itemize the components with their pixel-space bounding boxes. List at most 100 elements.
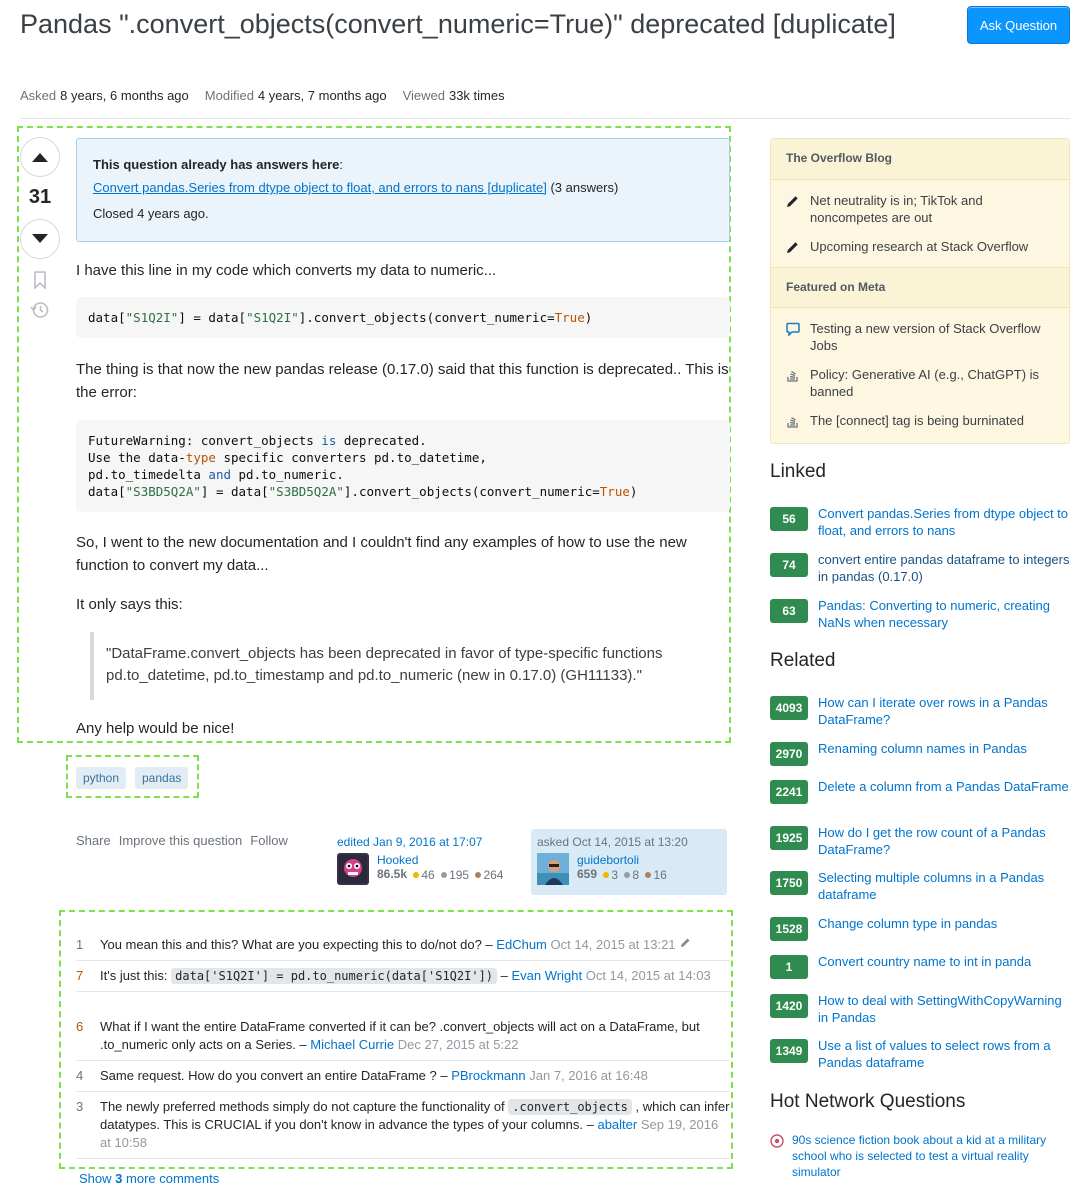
code-block-2: FutureWarning: convert_objects is deprec… bbox=[76, 420, 730, 512]
avatar[interactable] bbox=[537, 853, 569, 885]
related-question-link[interactable]: Change column type in pandas bbox=[818, 915, 997, 941]
hot-question-link[interactable]: 90s science fiction book about a kid at … bbox=[792, 1132, 1070, 1180]
duplicate-notice: This question already has answers here: … bbox=[76, 138, 730, 242]
comment-user[interactable]: PBrockmann bbox=[451, 1068, 525, 1083]
linked-question-link[interactable]: Convert pandas.Series from dtype object … bbox=[818, 505, 1070, 539]
pencil-icon bbox=[787, 196, 798, 207]
meta-header: Featured on Meta bbox=[771, 267, 1069, 308]
meta-item[interactable]: The [connect] tag is being burninated bbox=[771, 412, 1069, 429]
vote-count-badge: 74 bbox=[770, 553, 808, 577]
related-question-link[interactable]: How can I iterate over rows in a Pandas … bbox=[818, 694, 1070, 728]
silver-badge-icon bbox=[624, 872, 631, 878]
editor-name[interactable]: Hooked bbox=[377, 853, 418, 867]
edited-timestamp[interactable]: edited Jan 9, 2016 at 17:07 bbox=[337, 835, 482, 849]
related-item: 4093 How can I iterate over rows in a Pan… bbox=[770, 694, 1070, 728]
overflow-blog-widget: The Overflow Blog Net neutrality is in; … bbox=[770, 138, 1070, 444]
linked-item: 63 Pandas: Converting to numeric, creati… bbox=[770, 597, 1070, 631]
silver-badges: 8 bbox=[624, 868, 639, 882]
owner-signature: asked Oct 14, 2015 at 13:20 guidebortoli… bbox=[531, 829, 727, 895]
related-question-link[interactable]: Use a list of values to select rows from… bbox=[818, 1037, 1070, 1071]
site-icon bbox=[770, 1134, 784, 1148]
bookmark-icon bbox=[34, 271, 46, 289]
owner-reputation: 659 bbox=[577, 867, 598, 881]
linked-heading: Linked bbox=[770, 461, 826, 482]
linked-question-link[interactable]: Pandas: Converting to numeric, creating … bbox=[818, 597, 1070, 631]
vote-count-badge: 1 bbox=[770, 955, 808, 979]
related-question-link[interactable]: Selecting multiple columns in a Pandas d… bbox=[818, 869, 1070, 903]
history-icon bbox=[30, 302, 49, 318]
meta-item[interactable]: Testing a new version of Stack Overflow … bbox=[771, 320, 1069, 354]
related-question-link[interactable]: Renaming column names in Pandas bbox=[818, 740, 1027, 766]
comment-user[interactable]: EdChum bbox=[496, 937, 547, 952]
related-item: 2241 Delete a column from a Pandas DataFr… bbox=[770, 778, 1070, 804]
linked-question-link[interactable]: convert entire pandas dataframe to integ… bbox=[818, 551, 1070, 585]
tag-pandas[interactable]: pandas bbox=[135, 767, 189, 789]
tag-python[interactable]: python bbox=[76, 767, 127, 789]
related-item: 1925 How do I get the row count of a Pand… bbox=[770, 824, 1070, 858]
comment-date: Dec 27, 2015 at 5:22 bbox=[397, 1037, 519, 1052]
pencil-icon[interactable] bbox=[679, 937, 691, 949]
blog-item[interactable]: Net neutrality is in; TikTok and noncomp… bbox=[771, 192, 1069, 226]
bookmark-button[interactable] bbox=[29, 269, 51, 291]
related-question-link[interactable]: Convert country name to int in panda bbox=[818, 953, 1031, 979]
bronze-badge-icon bbox=[645, 872, 652, 878]
blog-item[interactable]: Upcoming research at Stack Overflow bbox=[771, 238, 1069, 255]
downvote-button[interactable] bbox=[20, 219, 60, 259]
related-item: 1750 Selecting multiple columns in a Pand… bbox=[770, 869, 1070, 903]
owner-name[interactable]: guidebortoli bbox=[577, 853, 639, 867]
duplicate-link[interactable]: Convert pandas.Series from dtype object … bbox=[93, 180, 547, 195]
gold-badges: 3 bbox=[603, 868, 618, 882]
vote-count-badge: 1349 bbox=[770, 1039, 808, 1063]
vote-count: 31 bbox=[28, 186, 52, 208]
chat-bubble-icon bbox=[786, 322, 800, 336]
answer-count: (3 answers) bbox=[550, 180, 619, 195]
linked-item: 56 Convert pandas.Series from dtype obje… bbox=[770, 505, 1070, 539]
body-paragraph-5: Any help would be nice! bbox=[76, 720, 235, 737]
comment: 7 It's just this: data['S1Q2I'] = pd.to_… bbox=[76, 967, 730, 992]
meta-item[interactable]: Policy: Generative AI (e.g., ChatGPT) is… bbox=[771, 366, 1069, 400]
vote-count-badge: 2241 bbox=[770, 780, 808, 804]
ask-question-button[interactable]: Ask Question bbox=[967, 6, 1070, 44]
vote-count-badge: 1750 bbox=[770, 871, 808, 895]
comment: 4 Same request. How do you convert an en… bbox=[76, 1067, 730, 1092]
asked-timestamp: asked Oct 14, 2015 at 13:20 bbox=[537, 835, 688, 849]
related-question-link[interactable]: How to deal with SettingWithCopyWarning … bbox=[818, 992, 1070, 1026]
comment-user[interactable]: abalter bbox=[597, 1117, 637, 1132]
comment-score: 1 bbox=[76, 937, 84, 952]
follow-link[interactable]: Follow bbox=[250, 833, 288, 848]
comment-date: Oct 14, 2015 at 14:03 bbox=[585, 968, 711, 983]
comment-user[interactable]: Michael Currie bbox=[310, 1037, 394, 1052]
related-question-link[interactable]: How do I get the row count of a Pandas D… bbox=[818, 824, 1070, 858]
post-menu: Share Improve this question Follow bbox=[76, 833, 288, 848]
improve-link[interactable]: Improve this question bbox=[119, 833, 243, 848]
related-item: 1 Convert country name to int in panda bbox=[770, 953, 1070, 979]
question-title[interactable]: Pandas ".convert_objects(convert_numeric… bbox=[20, 6, 920, 42]
comment-score: 4 bbox=[76, 1068, 84, 1083]
avatar-image-icon bbox=[339, 855, 367, 883]
notice-heading: This question already has answers here: bbox=[93, 157, 343, 172]
meta-modified: Modified 4 years, 7 months ago bbox=[204, 88, 387, 103]
gold-badge-icon bbox=[413, 872, 420, 878]
silver-badges: 195 bbox=[441, 868, 469, 882]
vote-count-badge: 2970 bbox=[770, 742, 808, 766]
hot-network-heading: Hot Network Questions bbox=[770, 1091, 966, 1112]
vote-count-badge: 1528 bbox=[770, 917, 808, 941]
notice-link-row: Convert pandas.Series from dtype object … bbox=[93, 180, 713, 195]
avatar[interactable] bbox=[337, 853, 369, 885]
bronze-badge-icon bbox=[475, 872, 482, 878]
related-question-link[interactable]: Delete a column from a Pandas DataFrame bbox=[818, 778, 1069, 804]
meta-asked: Asked 8 years, 6 months ago bbox=[20, 88, 189, 103]
bronze-badges: 264 bbox=[475, 868, 503, 882]
inline-code: .convert_objects bbox=[508, 1099, 632, 1115]
comment-score: 3 bbox=[76, 1099, 84, 1114]
upvote-button[interactable] bbox=[20, 137, 60, 177]
comment-date: Jan 7, 2016 at 16:48 bbox=[529, 1068, 648, 1083]
show-more-comments[interactable]: Show 3 more comments bbox=[79, 1171, 219, 1186]
linked-item: 74 convert entire pandas dataframe to in… bbox=[770, 551, 1070, 585]
stack-overflow-icon bbox=[787, 416, 798, 428]
timeline-button[interactable] bbox=[29, 299, 51, 321]
arrow-up-icon bbox=[32, 153, 48, 162]
comment-user[interactable]: Evan Wright bbox=[512, 968, 583, 983]
code-block-1: data["S1Q2I"] = data["S1Q2I"].convert_ob… bbox=[76, 297, 730, 338]
share-link[interactable]: Share bbox=[76, 833, 111, 848]
